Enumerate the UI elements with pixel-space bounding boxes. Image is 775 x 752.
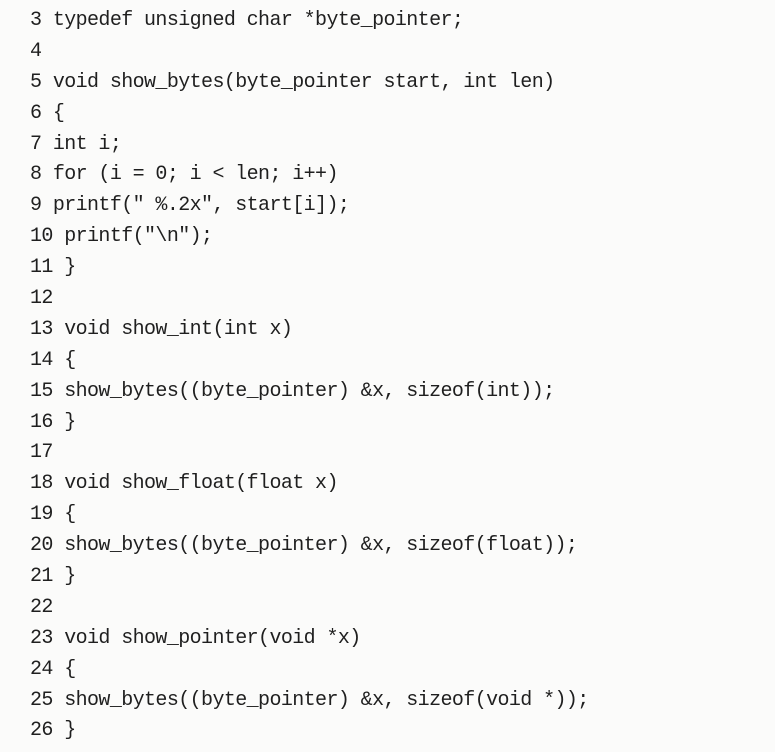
- line-number: 6: [30, 101, 42, 125]
- code-line: 11 }: [30, 253, 589, 284]
- line-number: 18: [30, 472, 53, 496]
- code-line: 26 }: [30, 716, 589, 747]
- line-text: void show_pointer(void *x): [64, 626, 361, 650]
- line-text: {: [64, 657, 76, 681]
- line-number: 20: [30, 534, 53, 558]
- line-number: 4: [30, 39, 42, 63]
- line-text: void show_int(int x): [64, 317, 293, 341]
- code-line: 19 {: [30, 500, 589, 531]
- line-number: 12: [30, 287, 53, 311]
- line-number: 23: [30, 626, 53, 650]
- code-line: 14 {: [30, 346, 589, 377]
- line-number: 16: [30, 410, 53, 434]
- line-number: 13: [30, 317, 53, 341]
- line-text: {: [64, 348, 76, 372]
- code-line: 13 void show_int(int x): [30, 315, 589, 346]
- code-line: 22: [30, 593, 589, 624]
- line-text: {: [64, 503, 76, 527]
- line-text: void show_bytes(byte_pointer start, int …: [52, 70, 555, 94]
- line-text: typedef unsigned char *byte_pointer;: [52, 9, 464, 32]
- code-line: 17: [30, 438, 589, 469]
- line-number: 9: [30, 194, 42, 218]
- line-number: 26: [30, 719, 53, 743]
- code-line: 8 for (i = 0; i < len; i++): [30, 160, 589, 191]
- line-text: show_bytes((byte_pointer) &x, sizeof(voi…: [64, 688, 589, 712]
- line-number: 5: [30, 70, 42, 94]
- line-text: for (i = 0; i < len; i++): [52, 163, 339, 187]
- line-number: 22: [30, 595, 53, 619]
- line-number: 11: [30, 256, 53, 280]
- code-line: 20 show_bytes((byte_pointer) &x, sizeof(…: [30, 531, 589, 562]
- code-line: 25 show_bytes((byte_pointer) &x, sizeof(…: [30, 686, 589, 717]
- line-number: 15: [30, 379, 53, 403]
- code-line: 12: [30, 284, 589, 315]
- line-text: }: [64, 565, 76, 589]
- line-number: 24: [30, 657, 53, 681]
- code-line: 5 void show_bytes(byte_pointer start, in…: [30, 68, 589, 99]
- line-text: int i;: [52, 132, 122, 156]
- line-text: {: [52, 101, 65, 125]
- line-number: 8: [30, 163, 42, 187]
- code-line: 23 void show_pointer(void *x): [30, 624, 589, 655]
- code-line: 3 typedef unsigned char *byte_pointer;: [30, 6, 589, 37]
- line-text: printf(" %.2x", start[i]);: [52, 194, 350, 218]
- line-number: 25: [30, 688, 53, 712]
- line-number: 21: [30, 565, 53, 589]
- line-text: printf("\n");: [64, 225, 213, 249]
- line-number: 17: [30, 441, 53, 465]
- document-page: 3 typedef unsigned char *byte_pointer; 4…: [0, 0, 775, 752]
- code-line: 7 int i;: [30, 130, 589, 161]
- code-listing: 3 typedef unsigned char *byte_pointer; 4…: [30, 6, 589, 747]
- line-text: }: [64, 256, 76, 280]
- line-text: }: [64, 719, 76, 743]
- code-line: 24 {: [30, 655, 589, 686]
- line-number: 3: [30, 9, 42, 32]
- code-line: 16 }: [30, 408, 589, 439]
- line-text: }: [64, 410, 76, 434]
- code-line: 18 void show_float(float x): [30, 469, 589, 500]
- line-number: 14: [30, 348, 53, 372]
- code-line: 4: [30, 37, 589, 68]
- line-text: void show_float(float x): [64, 472, 338, 496]
- line-number: 7: [30, 132, 42, 156]
- line-text: show_bytes((byte_pointer) &x, sizeof(flo…: [64, 534, 578, 558]
- code-line: 9 printf(" %.2x", start[i]);: [30, 191, 589, 222]
- line-number: 19: [30, 503, 53, 527]
- code-line: 21 }: [30, 562, 589, 593]
- code-line: 15 show_bytes((byte_pointer) &x, sizeof(…: [30, 377, 589, 408]
- code-line: 6 {: [30, 99, 589, 130]
- line-number: 10: [30, 225, 53, 249]
- line-text: show_bytes((byte_pointer) &x, sizeof(int…: [64, 379, 555, 403]
- code-line: 10 printf("\n");: [30, 222, 589, 253]
